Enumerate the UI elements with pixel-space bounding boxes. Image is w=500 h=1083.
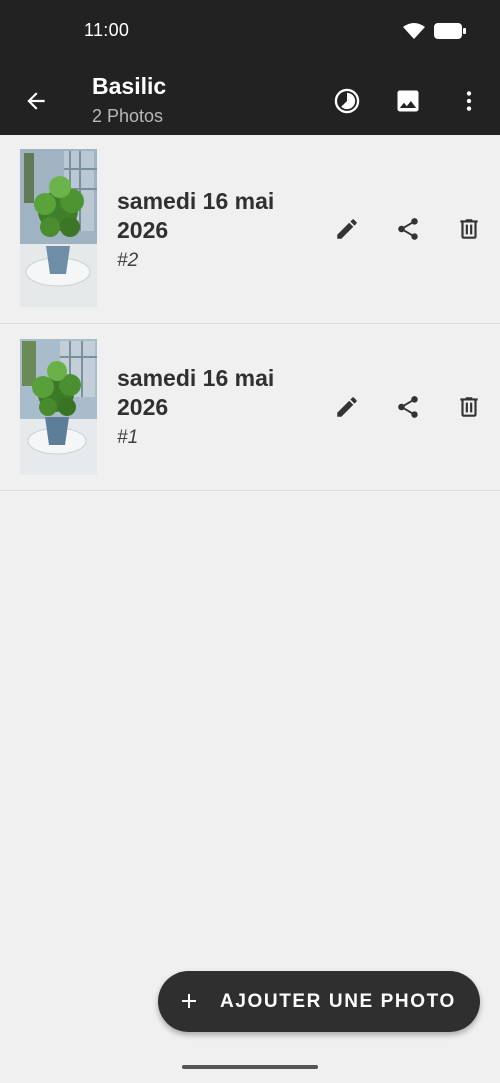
page-title: Basilic xyxy=(92,73,167,99)
status-icons xyxy=(402,22,466,45)
delete-button[interactable] xyxy=(451,211,487,247)
battery-icon xyxy=(434,22,466,45)
gesture-nav-handle[interactable] xyxy=(182,1065,318,1069)
photo-date: samedi 16 mai 2026 xyxy=(117,188,275,243)
more-options-button[interactable] xyxy=(451,83,487,119)
photo-thumbnail[interactable] xyxy=(20,339,97,475)
timelapse-icon xyxy=(334,88,360,114)
edit-icon xyxy=(337,219,357,239)
photo-list: samedi 16 mai 2026 #2 samedi 16 mai 2026… xyxy=(0,135,500,491)
share-icon xyxy=(398,218,418,240)
title-block: Basilic 2 Photos xyxy=(92,72,166,128)
delete-icon xyxy=(460,397,478,417)
status-time: 11:00 xyxy=(84,20,130,40)
app-bar: Basilic 2 Photos xyxy=(0,62,500,135)
photo-thumbnail[interactable] xyxy=(20,149,97,307)
image-icon xyxy=(397,90,419,112)
delete-button[interactable] xyxy=(451,389,487,425)
photo-row[interactable]: samedi 16 mai 2026 #2 xyxy=(0,135,500,324)
photo-info: samedi 16 mai 2026 #2 xyxy=(117,187,317,272)
photo-number: #1 xyxy=(117,427,139,448)
share-icon xyxy=(398,396,418,418)
share-button[interactable] xyxy=(390,211,426,247)
plus-icon xyxy=(182,994,196,1008)
share-button[interactable] xyxy=(390,389,426,425)
back-arrow-icon xyxy=(27,92,45,110)
wifi-icon xyxy=(402,22,426,45)
status-bar: 11:00 xyxy=(0,0,500,62)
back-button[interactable] xyxy=(18,83,54,119)
edit-button[interactable] xyxy=(329,389,365,425)
more-vert-icon xyxy=(466,91,472,111)
photo-info: samedi 16 mai 2026 #1 xyxy=(117,364,317,449)
gallery-button[interactable] xyxy=(390,83,426,119)
photo-row[interactable]: samedi 16 mai 2026 #1 xyxy=(0,324,500,491)
edit-icon xyxy=(337,397,357,417)
photo-number: #2 xyxy=(117,250,139,271)
photo-date: samedi 16 mai 2026 xyxy=(117,365,275,420)
add-photo-label: AJOUTER UNE PHOTO xyxy=(220,991,456,1012)
edit-button[interactable] xyxy=(329,211,365,247)
add-photo-button[interactable]: AJOUTER UNE PHOTO xyxy=(158,971,480,1032)
timelapse-button[interactable] xyxy=(329,83,365,119)
page-subtitle: 2 Photos xyxy=(92,106,164,126)
delete-icon xyxy=(460,219,478,239)
